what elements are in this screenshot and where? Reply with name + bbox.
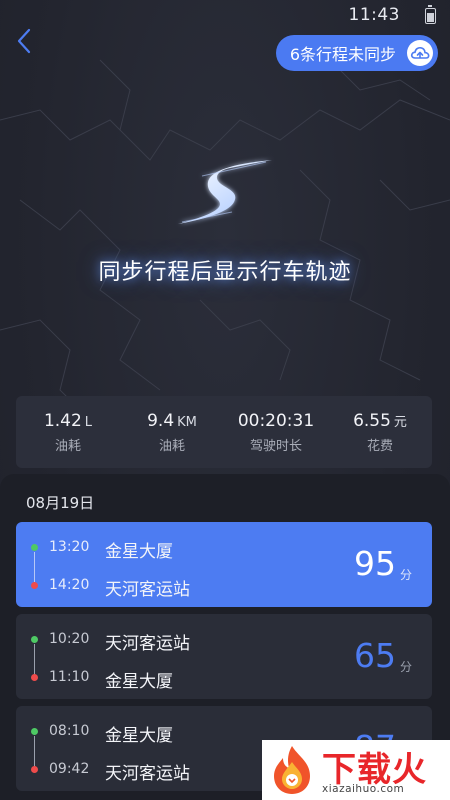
trip-start-place: 天河客运站 (105, 634, 190, 654)
route-line (34, 552, 35, 582)
stat-cost: 6.55 元 花费 (328, 411, 432, 454)
stat-label: 花费 (366, 438, 393, 454)
trip-end-time: 11:10 (49, 669, 90, 685)
stat-unit: 元 (393, 414, 407, 430)
trip-end-time: 09:42 (49, 761, 90, 777)
trip-stats-card: 1.42 L 油耗 9.4 KM 油耗 00:20:31 驾驶时长 6.55 元 花费 (16, 396, 432, 468)
trip-start-time: 13:20 (49, 539, 90, 555)
stat-value: 6.55 (353, 410, 391, 431)
start-dot (31, 728, 38, 735)
stat-value: 00:20:31 (237, 410, 315, 431)
stat-duration: 00:20:31 驾驶时长 (224, 411, 328, 454)
start-dot (31, 636, 38, 643)
stat-unit: KM (177, 414, 197, 430)
trip-start-time: 08:10 (49, 723, 90, 739)
stat-distance: 9.4 KM 油耗 (120, 411, 224, 454)
flame-icon (268, 744, 316, 796)
route-line (34, 644, 35, 674)
trip-score-unit: 分 (399, 660, 412, 674)
status-time: 11:43 (348, 5, 400, 25)
trip-score: 65 (354, 636, 396, 675)
stat-fuel: 1.42 L 油耗 (16, 411, 120, 454)
watermark-logo: 下载火 xiazaihuo.com (262, 740, 450, 800)
unsynced-trips-button[interactable]: 6条行程未同步 (275, 35, 438, 71)
trip-end-place: 天河客运站 (105, 764, 190, 784)
watermark-url: xiazaihuo.com (322, 783, 405, 795)
stat-label: 驾驶时长 (249, 438, 302, 454)
app-logo-icon (172, 152, 280, 232)
trip-end-place: 金星大厦 (105, 672, 173, 692)
stat-value: 9.4 (147, 410, 175, 431)
trip-start-time: 10:20 (49, 631, 90, 647)
trip-date-header: 08月19日 (26, 494, 95, 512)
trip-card[interactable]: 10:20 天河客运站 11:10 金星大厦 65 分 (16, 614, 432, 699)
back-icon[interactable] (12, 26, 38, 56)
start-dot (31, 544, 38, 551)
trip-end-place: 天河客运站 (105, 580, 190, 600)
battery-icon (425, 5, 436, 24)
unsynced-trips-label: 6条行程未同步 (289, 45, 396, 64)
route-line (34, 736, 35, 766)
end-dot (31, 582, 38, 589)
trip-end-time: 14:20 (49, 577, 90, 593)
stat-label: 油耗 (54, 438, 81, 454)
sync-hint-message: 同步行程后显示行车轨迹 (98, 260, 352, 285)
trip-start-place: 金星大厦 (105, 542, 173, 562)
stat-label: 油耗 (158, 438, 185, 454)
end-dot (31, 766, 38, 773)
trip-card[interactable]: 13:20 金星大厦 14:20 天河客运站 95 分 (16, 522, 432, 607)
end-dot (31, 674, 38, 681)
trip-score-unit: 分 (399, 568, 412, 582)
cloud-upload-icon (407, 40, 433, 66)
status-bar: 11:43 (0, 0, 450, 32)
trip-score: 95 (354, 544, 396, 583)
stat-value: 1.42 (43, 410, 82, 431)
stat-unit: L (84, 414, 93, 430)
trip-start-place: 金星大厦 (105, 726, 173, 746)
